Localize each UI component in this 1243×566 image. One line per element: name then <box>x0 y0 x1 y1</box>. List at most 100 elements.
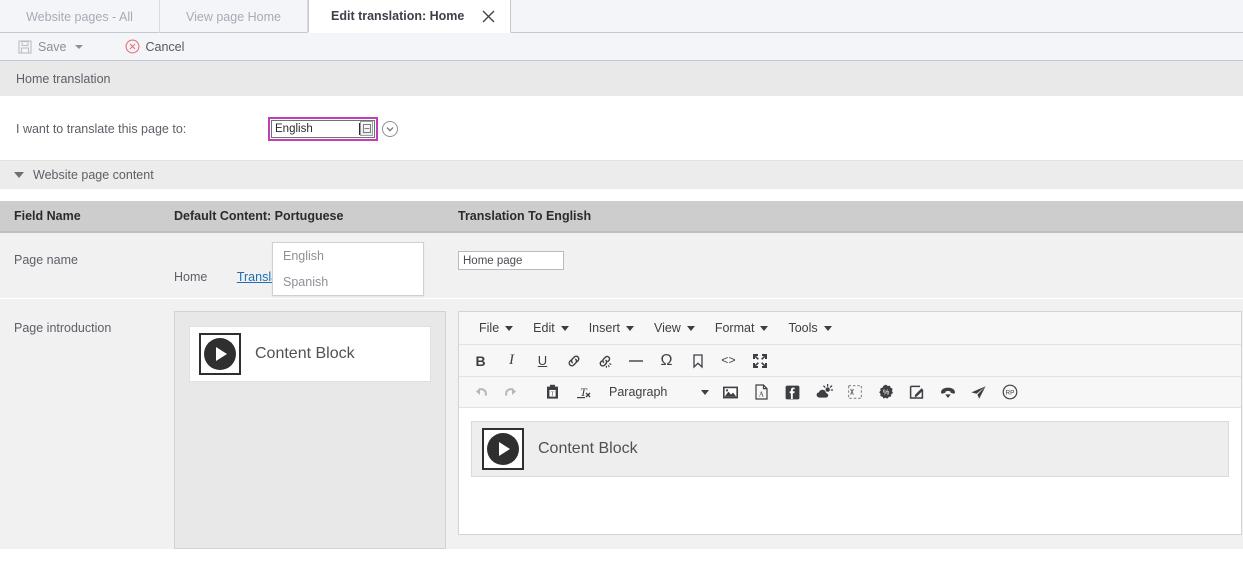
menu-edit[interactable]: Edit <box>523 314 579 342</box>
special-character-icon[interactable]: Ω <box>651 348 682 374</box>
language-input-box[interactable]: English <box>271 119 375 138</box>
accordion-website-page-content[interactable]: Website page content <box>0 161 1243 189</box>
command-bar: Save Cancel <box>0 33 1243 61</box>
dashed-selection-icon[interactable] <box>839 379 870 405</box>
format-select-value: Paragraph <box>609 385 668 399</box>
editor-toolbar-row-1: B I U Ω <> <box>459 345 1241 377</box>
svg-text:RP: RP <box>1005 390 1014 397</box>
caret-down-icon <box>560 325 569 331</box>
tab-label: Website pages - All <box>26 9 133 24</box>
edit-note-icon[interactable] <box>901 379 932 405</box>
cell-default-content: Content Block <box>174 299 458 549</box>
rp-badge-icon[interactable]: RP <box>994 379 1025 405</box>
menu-file[interactable]: File <box>469 314 523 342</box>
caret-down-icon <box>505 325 514 331</box>
cancel-label: Cancel <box>145 39 185 54</box>
language-input-focus-ring: English <box>268 116 378 141</box>
menu-view[interactable]: View <box>644 314 705 342</box>
menu-format[interactable]: Format <box>705 314 779 342</box>
editor-content-block[interactable]: Content Block <box>471 421 1229 477</box>
content-block-card[interactable]: Content Block <box>189 326 431 382</box>
cell-field-name: Page introduction <box>14 321 112 335</box>
dropdown-option-english[interactable]: English <box>273 243 423 269</box>
italic-icon[interactable]: I <box>496 348 527 374</box>
menu-tools[interactable]: Tools <box>778 314 841 342</box>
app-root: Website pages - All View page Home Edit … <box>0 0 1243 566</box>
menu-label: Tools <box>788 321 818 335</box>
italic-label: I <box>509 352 514 368</box>
paste-as-text-icon[interactable]: T <box>537 379 568 405</box>
tab-website-pages-all[interactable]: Website pages - All <box>0 0 160 33</box>
save-label: Save <box>38 39 67 54</box>
redo-icon[interactable] <box>496 379 527 405</box>
content-block-panel: Content Block <box>174 311 446 549</box>
column-header-field-name: Field Name <box>14 209 81 223</box>
editor-toolbar-row-2: T T Paragraph A % RP <box>459 377 1241 408</box>
menu-label: Format <box>714 321 755 335</box>
tab-bar-filler <box>511 0 1243 32</box>
save-button[interactable]: Save <box>8 34 93 60</box>
source-code-icon[interactable]: <> <box>713 348 744 374</box>
menu-label: Edit <box>533 321 555 335</box>
svg-text:A: A <box>759 391 764 399</box>
chevron-down-circle-icon[interactable] <box>382 120 398 137</box>
underline-label: U <box>537 353 548 368</box>
tab-edit-translation-home[interactable]: Edit translation: Home <box>308 0 512 33</box>
rich-text-editor: File Edit Insert View Format Tools B I U… <box>458 311 1242 535</box>
translate-to-label: I want to translate this page to: <box>16 121 187 136</box>
close-icon[interactable] <box>480 8 496 24</box>
triangle-down-icon[interactable] <box>14 172 24 178</box>
table-header: Field Name Default Content: Portuguese T… <box>0 201 1243 233</box>
fullscreen-icon[interactable] <box>744 348 775 374</box>
language-dropdown-list[interactable]: English Spanish <box>272 242 424 296</box>
pdf-icon[interactable]: A <box>746 379 777 405</box>
editor-content-area[interactable]: Content Block <box>459 408 1241 528</box>
cell-translation: File Edit Insert View Format Tools B I U… <box>458 299 1243 549</box>
tab-label: Edit translation: Home <box>331 9 465 23</box>
menu-insert[interactable]: Insert <box>579 314 644 342</box>
underline-icon[interactable]: U <box>527 348 558 374</box>
translation-input-page-name[interactable] <box>458 251 564 270</box>
horizontal-rule-icon[interactable] <box>620 348 651 374</box>
caret-down-icon <box>625 325 634 331</box>
undo-icon[interactable] <box>465 379 496 405</box>
bold-icon[interactable]: B <box>465 348 496 374</box>
tab-label: View page Home <box>186 9 281 24</box>
menu-label: View <box>653 321 681 335</box>
caret-down-icon[interactable] <box>74 44 83 49</box>
source-code-label: <> <box>721 353 736 368</box>
spinner-stepper-icon[interactable] <box>360 121 373 136</box>
svg-text:T: T <box>551 391 555 397</box>
column-header-default-content: Default Content: Portuguese <box>174 209 344 223</box>
tab-view-page-home[interactable]: View page Home <box>160 0 308 33</box>
default-content-text: Home <box>174 270 208 284</box>
phone-hangup-icon[interactable] <box>932 379 963 405</box>
editor-menubar: File Edit Insert View Format Tools <box>459 312 1241 345</box>
send-paperplane-icon[interactable] <box>963 379 994 405</box>
facebook-icon[interactable] <box>777 379 808 405</box>
weather-icon[interactable] <box>808 379 839 405</box>
svg-text:%: % <box>883 388 890 397</box>
bold-label: B <box>475 352 486 369</box>
caret-down-icon <box>823 325 832 331</box>
menu-label: Insert <box>588 321 620 335</box>
discount-percent-icon[interactable]: % <box>870 379 901 405</box>
unlink-icon[interactable] <box>589 348 620 374</box>
anchor-bookmark-icon[interactable] <box>682 348 713 374</box>
column-header-translation: Translation To English <box>458 209 592 223</box>
content-block-label: Content Block <box>538 440 638 457</box>
cancel-button[interactable]: Cancel <box>115 34 195 60</box>
language-combobox[interactable]: English <box>268 116 398 141</box>
tab-bar: Website pages - All View page Home Edit … <box>0 0 1243 33</box>
format-select[interactable]: Paragraph <box>599 379 715 405</box>
language-input-value[interactable]: English <box>272 121 359 137</box>
translate-to-row: I want to translate this page to: Englis… <box>0 97 1243 296</box>
dropdown-option-spanish[interactable]: Spanish <box>273 269 423 295</box>
clear-formatting-icon[interactable]: T <box>568 379 599 405</box>
link-icon[interactable] <box>558 348 589 374</box>
circle-x-icon <box>125 39 140 54</box>
table-row: Page introduction Content Block File Edi… <box>0 299 1243 550</box>
spacer <box>0 189 1243 201</box>
image-icon[interactable] <box>715 379 746 405</box>
menu-label: File <box>479 321 500 335</box>
